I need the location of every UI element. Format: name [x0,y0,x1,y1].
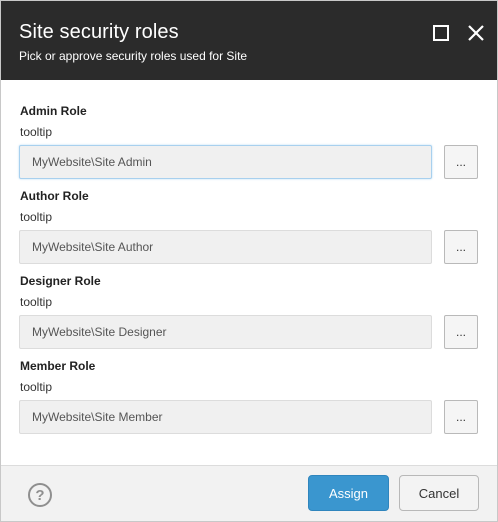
member-role-label: Member Role [20,359,96,373]
close-button[interactable] [464,21,488,45]
admin-role-input[interactable] [19,145,432,179]
admin-role-tooltip: tooltip [20,125,53,139]
admin-role-browse-button[interactable]: ... [444,145,478,179]
admin-role-label: Admin Role [20,104,87,118]
author-role-browse-button[interactable]: ... [444,230,478,264]
dialog-subtitle: Pick or approve security roles used for … [19,49,248,63]
author-role-label: Author Role [20,189,89,203]
member-role-browse-button[interactable]: ... [444,400,478,434]
designer-role-field: Designer Role tooltip ... [19,274,479,359]
admin-role-field: Admin Role tooltip ... [19,104,479,189]
maximize-icon [433,25,449,41]
member-role-input[interactable] [19,400,432,434]
author-role-tooltip: tooltip [20,210,53,224]
dialog-header: Site security roles Pick or approve secu… [1,1,497,80]
dialog-title: Site security roles [19,21,179,43]
designer-role-label: Designer Role [20,274,101,288]
author-role-input[interactable] [19,230,432,264]
dialog-body: Admin Role tooltip ... Author Role toolt… [1,80,497,465]
help-icon[interactable]: ? [28,483,52,507]
cancel-button[interactable]: Cancel [399,475,479,511]
dialog-footer: ? Assign Cancel [1,465,497,521]
designer-role-browse-button[interactable]: ... [444,315,478,349]
maximize-button[interactable] [429,21,453,45]
designer-role-input[interactable] [19,315,432,349]
member-role-field: Member Role tooltip ... [19,359,479,444]
author-role-field: Author Role tooltip ... [19,189,479,274]
close-icon [468,25,484,41]
security-roles-dialog: Site security roles Pick or approve secu… [0,0,498,522]
assign-button[interactable]: Assign [308,475,389,511]
designer-role-tooltip: tooltip [20,295,53,309]
member-role-tooltip: tooltip [20,380,53,394]
